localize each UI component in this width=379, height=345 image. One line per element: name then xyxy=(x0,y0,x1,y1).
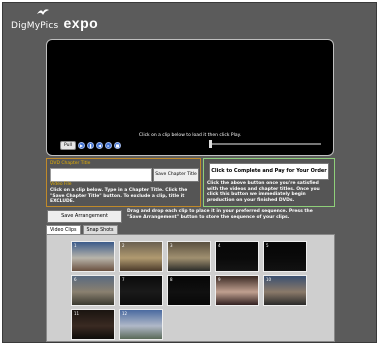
clip-number: 4 xyxy=(218,243,221,248)
clip-number: 7 xyxy=(122,277,125,282)
clip-number: 9 xyxy=(218,277,221,282)
complete-and-pay-button[interactable]: Click to Complete and Pay for Your Order xyxy=(209,163,329,180)
pull-button[interactable]: Pull xyxy=(60,140,76,150)
clip-thumbnail[interactable]: 7 xyxy=(119,275,163,306)
clip-panel: 1 2 3 4 5 6 7 8 9 10 11 12 xyxy=(46,234,335,342)
next-icon[interactable]: ▸ xyxy=(105,141,112,149)
video-file-label: Video File xyxy=(50,182,72,187)
chapter-title-input[interactable] xyxy=(50,168,152,182)
save-arrangement-button[interactable]: Save Arrangement xyxy=(47,210,122,223)
clip-thumbnail[interactable]: 10 xyxy=(263,275,307,306)
clip-number: 11 xyxy=(74,311,80,316)
chapter-title-panel: DVD Chapter Title Save Chapter Title Vid… xyxy=(46,158,201,207)
app-frame: DigMyPics expo Click on a clip below to … xyxy=(2,2,377,343)
clip-number: 12 xyxy=(122,311,128,316)
play-icon[interactable]: ▶ xyxy=(78,141,85,149)
clip-thumbnail[interactable]: 8 xyxy=(167,275,211,306)
clip-number: 2 xyxy=(122,243,125,248)
clip-thumbnail[interactable]: 3 xyxy=(167,241,211,272)
clip-thumbnail[interactable]: 5 xyxy=(263,241,307,272)
arrange-instructions: Drag and drop each clip to place it in y… xyxy=(127,209,313,220)
payment-note: Click the above button once you're satis… xyxy=(207,181,320,203)
clip-number: 10 xyxy=(266,277,272,282)
seek-slider-handle[interactable] xyxy=(209,140,212,148)
clip-grid: 1 2 3 4 5 6 7 8 9 10 11 12 xyxy=(71,241,307,340)
clip-thumbnail[interactable]: 12 xyxy=(119,309,163,340)
clip-thumbnail[interactable]: 11 xyxy=(71,309,115,340)
clip-thumbnail[interactable]: 6 xyxy=(71,275,115,306)
logo-brand: DigMyPics xyxy=(11,21,59,31)
player-message: Click on a clip below to load it then cl… xyxy=(138,133,242,138)
clip-thumbnail[interactable]: 1 xyxy=(71,241,115,272)
logo-product: expo xyxy=(63,15,99,31)
clip-number: 6 xyxy=(74,277,77,282)
clip-number: 5 xyxy=(266,243,269,248)
clip-number: 1 xyxy=(74,243,77,248)
video-player[interactable]: Click on a clip below to load it then cl… xyxy=(46,39,334,156)
clip-thumbnail[interactable]: 9 xyxy=(215,275,259,306)
clip-thumbnail[interactable]: 2 xyxy=(119,241,163,272)
chapter-instructions: Click on a clip below. Type in a Chapter… xyxy=(50,188,188,204)
pause-icon[interactable]: ❚ xyxy=(87,141,94,149)
clip-thumbnail[interactable]: 4 xyxy=(215,241,259,272)
logo: DigMyPics expo xyxy=(11,9,99,32)
clip-number: 8 xyxy=(170,277,173,282)
seek-slider[interactable] xyxy=(209,140,321,148)
player-controls: Pull ▶ ❚ ◀ ▸ ■ xyxy=(60,140,121,150)
clip-number: 3 xyxy=(170,243,173,248)
payment-panel: Click to Complete and Pay for Your Order… xyxy=(203,158,335,207)
chapter-section-title: DVD Chapter Title xyxy=(50,161,91,166)
previous-icon[interactable]: ◀ xyxy=(96,141,103,149)
bird-logo-icon xyxy=(37,9,49,15)
save-chapter-title-button[interactable]: Save Chapter Title xyxy=(153,168,199,182)
stop-icon[interactable]: ■ xyxy=(114,141,121,149)
